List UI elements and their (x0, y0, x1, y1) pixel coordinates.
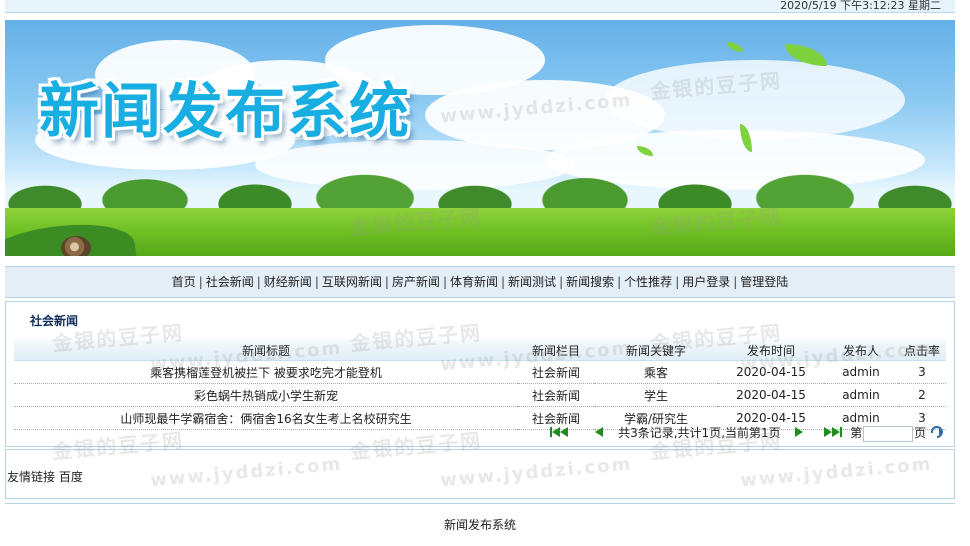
snail-image (61, 236, 91, 256)
nav-item[interactable]: 新闻搜索 (566, 275, 614, 289)
nav-item[interactable]: 用户登录 (682, 275, 730, 289)
news-title-link[interactable]: 彩色蜗牛热销成小学生新宠 (194, 389, 338, 403)
prev-page-icon[interactable] (594, 426, 604, 442)
table-cell: 3 (898, 360, 946, 384)
site-banner: 新闻发布系统 (5, 20, 955, 256)
table-cell: admin (824, 383, 898, 407)
nav-separator: | (384, 275, 389, 289)
nav-separator: | (501, 275, 506, 289)
news-title-cell: 乘客携榴莲登机被拦下 被要求吃完才能登机 (14, 360, 518, 384)
column-header: 新闻关键字 (594, 340, 718, 361)
first-page-icon[interactable] (550, 426, 570, 442)
table-body: 乘客携榴莲登机被拦下 被要求吃完才能登机 社会新闻 乘客 2020-04-15 admi… (14, 360, 946, 430)
news-title-cell: 山师现最牛学霸宿舍：俩宿舍16名女生考上名校研究生 (14, 406, 518, 430)
banner-grass (5, 208, 955, 256)
nav-item[interactable]: 首页 (172, 275, 196, 289)
column-header: 点击率 (898, 340, 946, 361)
friend-links-label: 友情链接 (7, 470, 56, 484)
nav-separator: | (559, 275, 564, 289)
table-cell: 2 (898, 383, 946, 407)
nav-item[interactable]: 体育新闻 (450, 275, 498, 289)
top-status-bar: 2020/5/19 下午3:12:23 星期二 (5, 0, 955, 13)
table-header-row: 新闻标题 新闻栏目 新闻关键字 发布时间 发布人 点击率 (14, 340, 946, 361)
table-cell: admin (824, 360, 898, 384)
datetime-text: 2020/5/19 下午3:12:23 星期二 (780, 0, 941, 12)
nav-separator: | (675, 275, 680, 289)
page-suffix: 页 (914, 426, 927, 440)
table-row: 乘客携榴莲登机被拦下 被要求吃完才能登机 社会新闻 乘客 2020-04-15 admi… (14, 360, 946, 384)
friend-links-panel: 友情链接 百度 (5, 449, 955, 499)
page-footer: 新闻发布系统 (5, 503, 955, 544)
nav-separator: | (256, 275, 261, 289)
next-page-icon[interactable] (794, 426, 804, 442)
table-cell: 2020-04-15 (718, 360, 824, 384)
nav-separator: | (314, 275, 319, 289)
table-cell: 2020-04-15 (718, 383, 824, 407)
column-header: 发布时间 (718, 340, 824, 361)
nav-item[interactable]: 房产新闻 (392, 275, 440, 289)
news-table: 新闻标题 新闻栏目 新闻关键字 发布时间 发布人 点击率 乘客携榴莲登机被拦下 被要求吃完… (14, 340, 946, 430)
nav-item[interactable]: 社会新闻 (206, 275, 254, 289)
main-nav: 首页 | 社会新闻 | 财经新闻 | 互联网新闻 | 房产新闻 | 体育新闻 | 新闻测试 | 新闻搜索 | 个… (5, 266, 955, 298)
column-header: 新闻标题 (14, 340, 518, 361)
nav-separator: | (198, 275, 203, 289)
news-title-link[interactable]: 乘客携榴莲登机被拦下 被要求吃完才能登机 (150, 366, 382, 380)
table-cell: 学生 (594, 383, 718, 407)
table-cell: 社会新闻 (518, 383, 594, 407)
nav-item[interactable]: 互联网新闻 (322, 275, 382, 289)
table-cell: 乘客 (594, 360, 718, 384)
site-title: 新闻发布系统 (39, 77, 411, 147)
table-cell: 社会新闻 (518, 360, 594, 384)
last-page-icon[interactable] (824, 426, 844, 442)
pager-summary: 共3条记录,共计1页,当前第1页 (618, 426, 781, 440)
nav-separator: | (617, 275, 622, 289)
nav-item[interactable]: 新闻测试 (508, 275, 556, 289)
nav-item[interactable]: 个性推荐 (624, 275, 672, 289)
page-prefix: 第 (850, 426, 863, 440)
nav-item[interactable]: 财经新闻 (264, 275, 312, 289)
link-baidu[interactable]: 百度 (59, 470, 83, 484)
table-row: 彩色蜗牛热销成小学生新宠 社会新闻 学生 2020-04-15 admin 2 (14, 383, 946, 407)
column-header: 新闻栏目 (518, 340, 594, 361)
pagination: 共3条记录,共计1页,当前第1页 第 页 (540, 425, 944, 442)
news-title-link[interactable]: 山师现最牛学霸宿舍：俩宿舍16名女生考上名校研究生 (120, 412, 411, 426)
friend-links: 友情链接 百度 (7, 468, 83, 485)
footer-text: 新闻发布系统 (443, 518, 516, 532)
go-icon[interactable] (930, 425, 944, 442)
nav-item[interactable]: 管理登陆 (740, 275, 788, 289)
nav-separator: | (442, 275, 447, 289)
page-number-input[interactable] (863, 425, 914, 442)
nav-separator: | (733, 275, 738, 289)
news-title-cell: 彩色蜗牛热销成小学生新宠 (14, 383, 518, 407)
section-title: 社会新闻 (30, 314, 79, 328)
news-list-panel: 社会新闻 新闻标题 新闻栏目 新闻关键字 发布时间 发布人 点击率 乘客携榴莲登机被拦下 … (5, 301, 955, 447)
column-header: 发布人 (824, 340, 898, 361)
